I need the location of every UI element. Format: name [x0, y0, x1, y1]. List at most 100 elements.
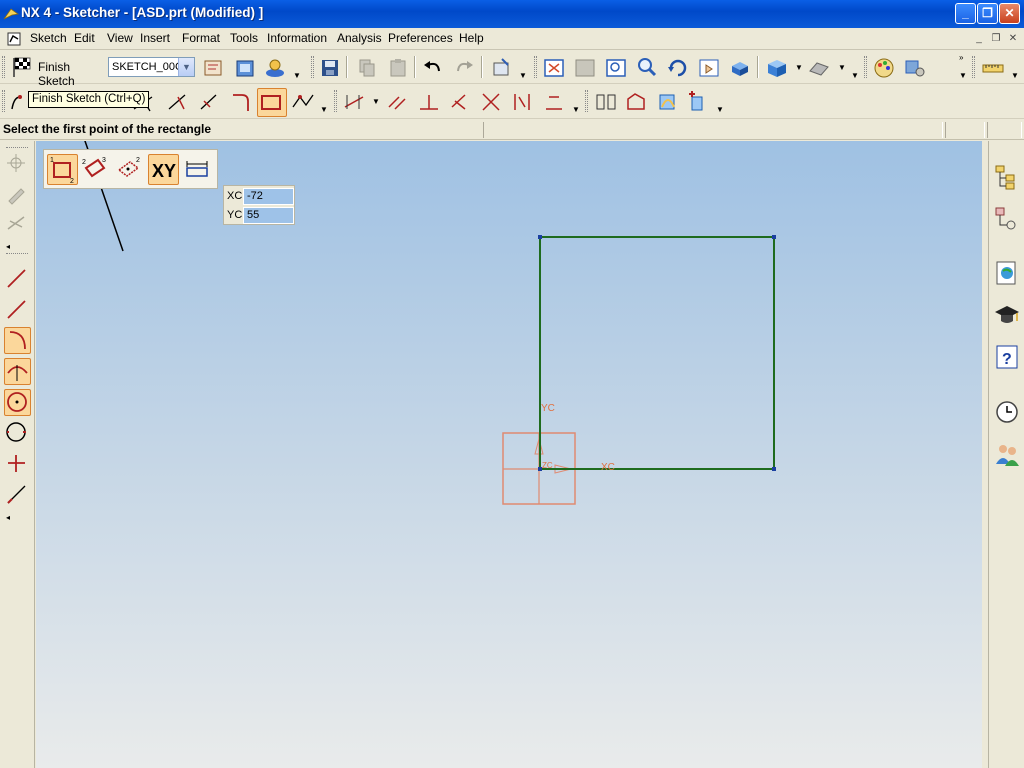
chevron-down-icon[interactable]: ▼ — [178, 58, 194, 76]
derived-line-tool[interactable] — [4, 482, 31, 509]
zoom-button[interactable] — [603, 55, 629, 81]
rect-by-2-points-button[interactable]: 12 — [47, 154, 78, 185]
dropdown-arrow-icon[interactable]: ▼ — [795, 63, 803, 72]
toolbar-grip[interactable] — [2, 90, 5, 112]
palette-grip[interactable] — [6, 253, 28, 254]
rectangle-corner-point[interactable] — [772, 467, 776, 471]
perpendicular-constraint-button[interactable] — [416, 89, 442, 115]
dropdown-arrow-icon[interactable]: ▼ — [320, 105, 328, 114]
project-curve-button[interactable] — [654, 89, 680, 115]
rectangle-corner-point[interactable] — [538, 235, 542, 239]
display-style-button[interactable] — [488, 55, 514, 81]
rect-from-center-button[interactable]: 2 — [114, 154, 145, 185]
orient-view-button[interactable] — [232, 55, 258, 81]
assembly-navigator-tab[interactable] — [993, 163, 1021, 191]
training-tab[interactable] — [993, 301, 1021, 329]
line-tool[interactable] — [4, 266, 31, 293]
dropdown-arrow-icon[interactable]: ▼ — [572, 105, 580, 114]
menu-information[interactable]: Information — [267, 31, 327, 45]
shaded-view-button[interactable] — [764, 55, 790, 81]
toolbar-grip[interactable] — [311, 56, 314, 78]
studio-spline-button[interactable] — [290, 89, 316, 115]
dropdown-arrow-icon[interactable]: ▼ — [519, 71, 527, 80]
fillet-button[interactable] — [228, 89, 254, 115]
parameter-mode-button[interactable] — [182, 154, 213, 185]
mirror-curve-button[interactable] — [593, 89, 619, 115]
palette-expand-icon[interactable]: ◂ — [6, 513, 10, 522]
palette-grip[interactable] — [6, 147, 28, 148]
arc-tool[interactable] — [4, 327, 31, 354]
palette-expand-icon[interactable]: ◂ — [6, 242, 10, 251]
graphics-window[interactable]: YC XC ZC 12 23 2 XY XC -72 YC 55 — [36, 141, 982, 768]
toolbar-overflow-icon[interactable]: » — [959, 53, 963, 62]
yc-input[interactable]: 55 — [243, 207, 294, 224]
paste-button[interactable] — [385, 55, 411, 81]
dropdown-arrow-icon[interactable]: ▼ — [293, 71, 301, 80]
menu-edit[interactable]: Edit — [74, 31, 95, 45]
measure-distance-button[interactable] — [980, 55, 1006, 81]
redo-button[interactable] — [451, 55, 477, 81]
mdi-close-button[interactable]: ✕ — [1006, 32, 1020, 46]
sketch-document-icon[interactable] — [6, 31, 22, 47]
toolbar-grip[interactable] — [534, 56, 537, 78]
circle-center-tool[interactable] — [4, 389, 31, 416]
toolbar-grip[interactable] — [864, 56, 867, 78]
rectangle-corner-point[interactable] — [772, 235, 776, 239]
dropdown-arrow-icon[interactable]: ▼ — [716, 105, 724, 114]
undo-button[interactable] — [420, 55, 446, 81]
menu-tools[interactable]: Tools — [230, 31, 258, 45]
palette-button[interactable] — [871, 55, 897, 81]
sketch-name-dropdown[interactable]: SKETCH_00C ▼ — [108, 57, 195, 77]
copy-button[interactable] — [354, 55, 380, 81]
alternate-solution-button[interactable] — [509, 89, 535, 115]
save-button[interactable] — [317, 55, 343, 81]
view-orient-button[interactable] — [727, 55, 753, 81]
dropdown-arrow-icon[interactable]: ▼ — [372, 97, 380, 106]
toolbar-grip[interactable] — [334, 90, 337, 112]
fit-button[interactable] — [541, 55, 567, 81]
toolbar-grip[interactable] — [972, 56, 975, 78]
edit-sketch-tool[interactable] — [4, 181, 31, 208]
dropdown-arrow-icon[interactable]: ▼ — [1011, 71, 1019, 80]
parallel-constraint-button[interactable] — [385, 89, 411, 115]
rotate-button[interactable] — [665, 55, 691, 81]
xc-input[interactable]: -72 — [243, 188, 294, 205]
pan-button[interactable] — [696, 55, 722, 81]
quick-extend-button[interactable] — [164, 89, 190, 115]
rectangle-tool-button[interactable] — [257, 88, 287, 117]
menu-analysis[interactable]: Analysis — [337, 31, 382, 45]
history-tab[interactable] — [993, 398, 1021, 426]
menu-view[interactable]: View — [107, 31, 133, 45]
help-tab[interactable]: ? — [993, 343, 1021, 371]
menu-format[interactable]: Format — [182, 31, 220, 45]
finish-sketch-button[interactable]: Finish Sketch — [8, 54, 104, 88]
dropdown-arrow-icon[interactable]: ▼ — [851, 71, 859, 80]
web-browser-tab[interactable] — [993, 259, 1021, 287]
toolbar-grip[interactable] — [585, 90, 588, 112]
convert-reference-button[interactable] — [478, 89, 504, 115]
menu-help[interactable]: Help — [459, 31, 484, 45]
roles-tab[interactable] — [993, 440, 1021, 468]
minimize-button[interactable]: _ — [955, 3, 976, 24]
infer-constraints-button[interactable] — [541, 89, 567, 115]
drag-tool[interactable] — [4, 211, 31, 238]
mdi-minimize-button[interactable]: _ — [972, 32, 986, 46]
reattach-button[interactable] — [201, 55, 227, 81]
point-tool[interactable] — [4, 151, 31, 178]
add-extracted-button[interactable] — [685, 89, 711, 115]
constraints-button[interactable] — [341, 89, 367, 115]
mdi-restore-button[interactable]: ❐ — [989, 32, 1003, 46]
point-create-tool[interactable] — [4, 451, 31, 478]
update-model-button[interactable] — [262, 55, 288, 81]
circle-tool[interactable] — [4, 420, 31, 447]
background-button[interactable] — [806, 55, 832, 81]
show-constraints-button[interactable] — [447, 89, 473, 115]
menu-preferences[interactable]: Preferences — [388, 31, 453, 45]
dropdown-arrow-icon[interactable]: ▼ — [838, 63, 846, 72]
zoom-in-out-button[interactable] — [634, 55, 660, 81]
arc-center-tool[interactable] — [4, 358, 31, 385]
offset-curve-button[interactable] — [623, 89, 649, 115]
preferences-button[interactable] — [902, 55, 928, 81]
line-2-tool[interactable] — [4, 297, 31, 324]
dropdown-arrow-icon[interactable]: ▼ — [959, 71, 967, 80]
